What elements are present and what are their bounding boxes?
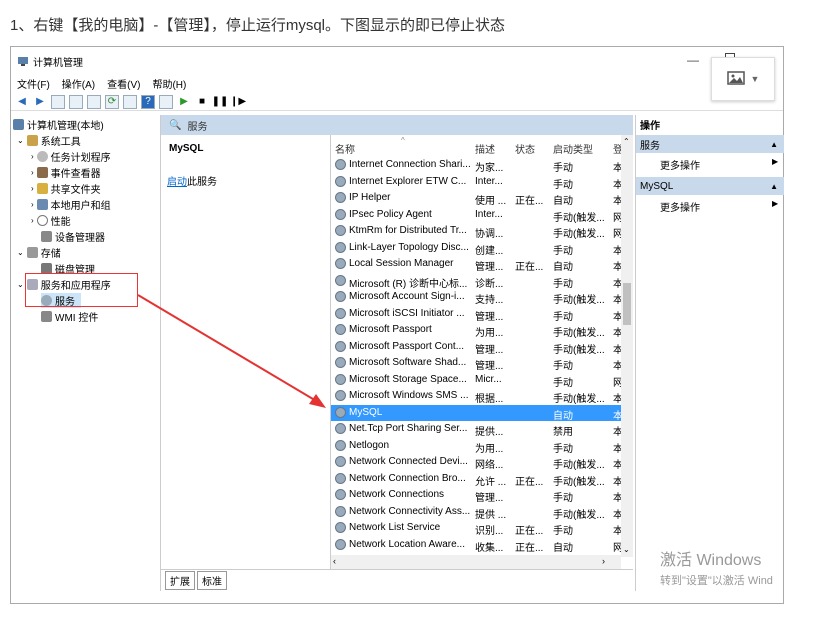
annotation-arrow [137, 294, 326, 408]
